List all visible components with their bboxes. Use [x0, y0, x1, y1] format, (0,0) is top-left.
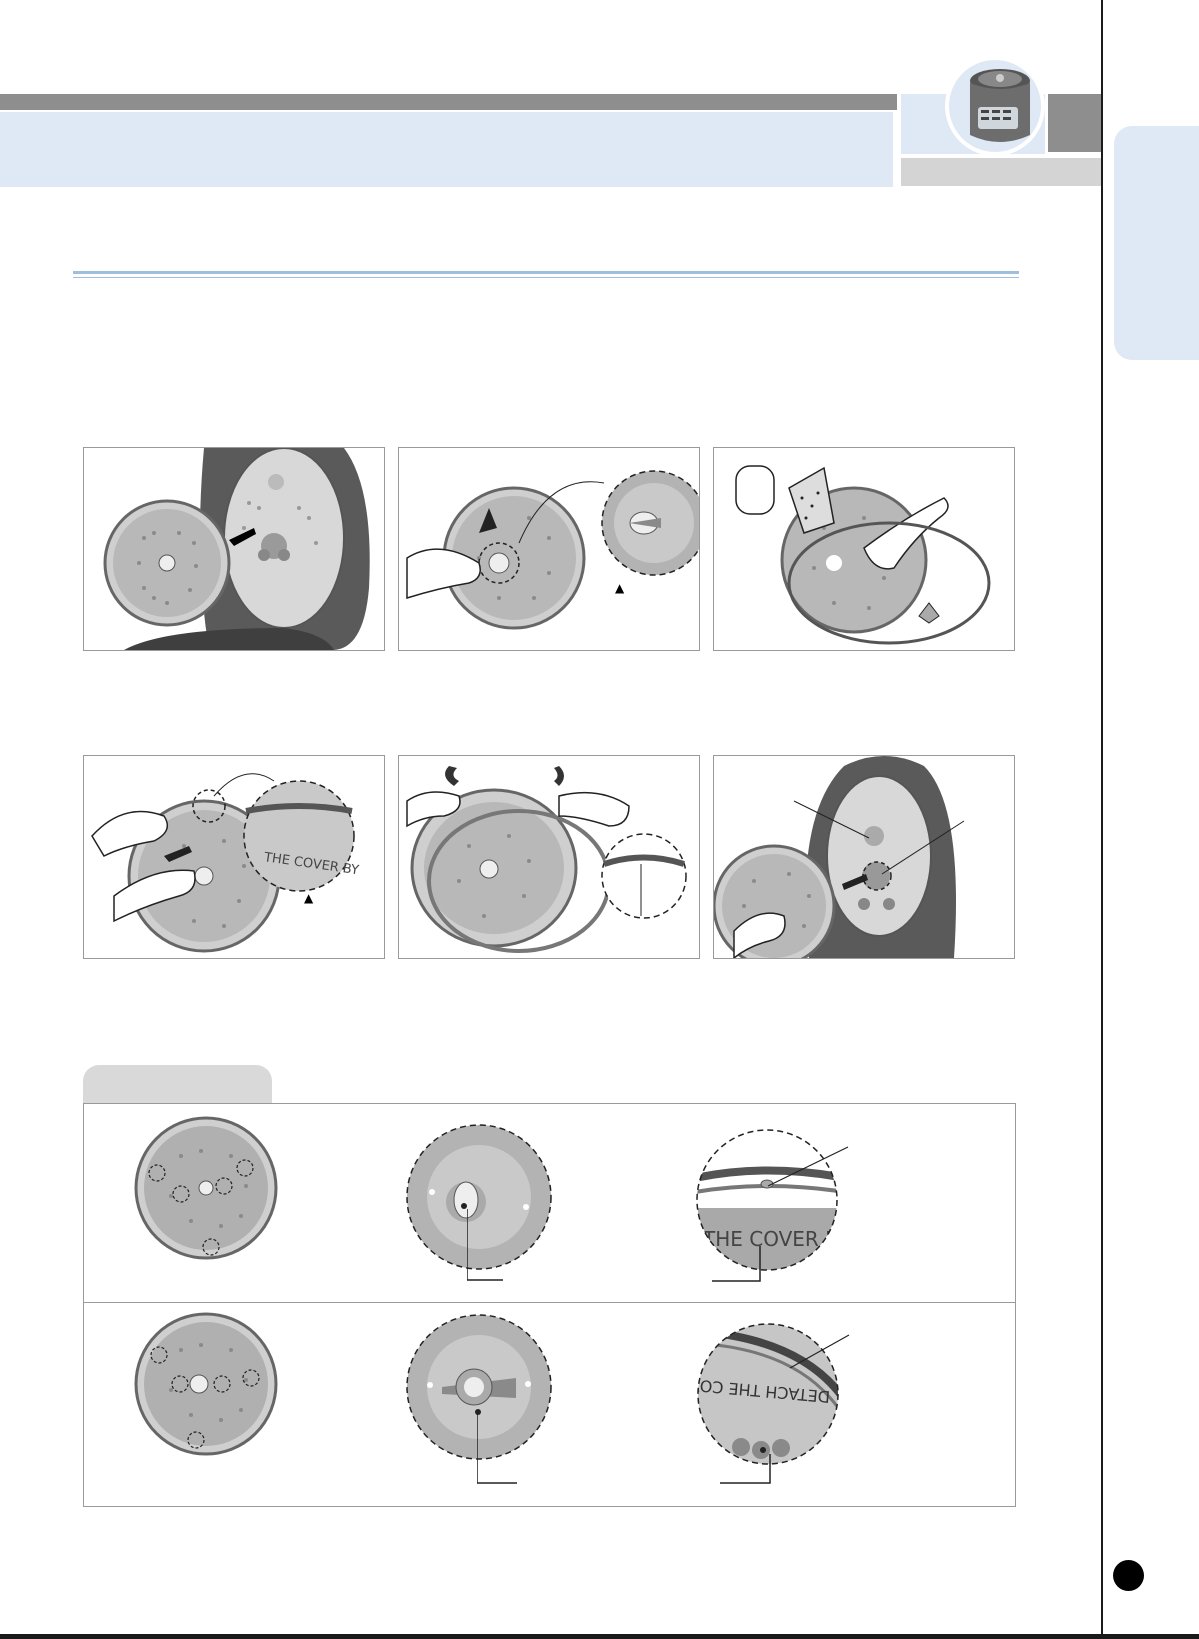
- svg-text:▲: ▲: [304, 891, 314, 905]
- section-rule-thin: [73, 277, 1019, 278]
- step-1-panel: [83, 447, 385, 651]
- header-bar: [0, 94, 897, 110]
- rice-cooker-icon: [944, 55, 1046, 157]
- svg-text:▲: ▲: [615, 581, 625, 595]
- reattach-lid-illustration: [714, 756, 965, 958]
- step-6-panel: [713, 755, 1015, 959]
- detach-inner-lid-illustration: [103, 448, 370, 650]
- reattach-packing-illustration: [406, 766, 687, 953]
- wash-lid-illustration: [735, 465, 991, 645]
- page-number-badge: [1113, 1560, 1144, 1591]
- chapter-side-tab: [1114, 126, 1199, 360]
- inner-lid-front-icon: [131, 1116, 281, 1266]
- page-bottom-line: [0, 1634, 1199, 1639]
- packing-callout-lines-2: [720, 1334, 850, 1484]
- section-rule: [73, 271, 1019, 274]
- step-4-panel: THE COVER BY ▲: [83, 755, 385, 959]
- knob-callout-line-1: [466, 1209, 503, 1281]
- page-margin-line: [1101, 0, 1103, 1639]
- reference-tab-header: [83, 1065, 272, 1103]
- turn-knob-illustration: ▲: [406, 470, 699, 630]
- step-2-panel: ▲: [398, 447, 700, 651]
- inner-lid-back-icon: [131, 1310, 281, 1460]
- step-3-panel: [713, 447, 1015, 651]
- header-title-band: [0, 112, 893, 187]
- knob-callout-line-2: [476, 1410, 517, 1484]
- packing-callout-lines-1: [712, 1146, 852, 1282]
- header-subtitle-band: [901, 158, 1101, 186]
- remove-packing-illustration: THE COVER BY ▲: [91, 773, 360, 953]
- reference-table-row-divider: [84, 1302, 1015, 1303]
- step-5-panel: [398, 755, 700, 959]
- header-dark-block: [1048, 94, 1101, 152]
